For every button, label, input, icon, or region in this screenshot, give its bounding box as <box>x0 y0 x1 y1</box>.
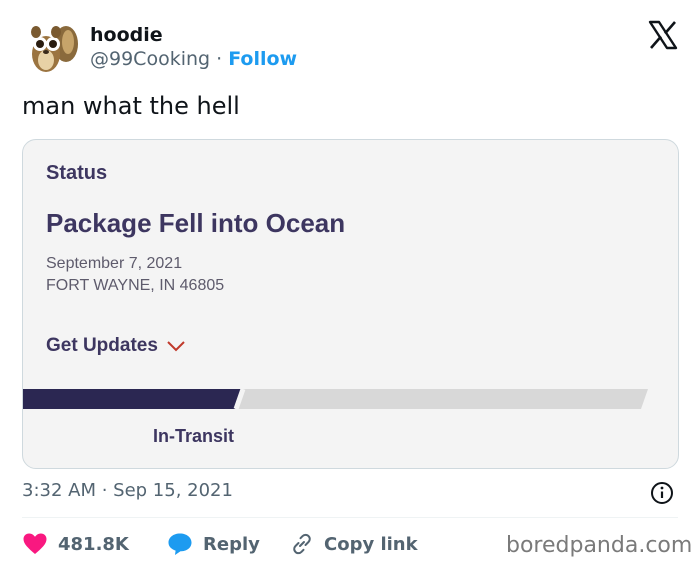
get-updates-button: Get Updates <box>46 335 186 357</box>
get-updates-label: Get Updates <box>46 335 158 356</box>
watermark-text: boredpanda.com <box>506 533 693 558</box>
tweet-image[interactable]: Status Package Fell into Ocean September… <box>22 139 679 469</box>
heart-icon <box>23 533 47 554</box>
tracking-headline: Package Fell into Ocean <box>46 208 346 238</box>
avatar[interactable] <box>22 18 82 78</box>
reply-button[interactable]: Reply <box>167 528 260 560</box>
copy-link-label: Copy link <box>324 533 418 555</box>
divider <box>22 517 678 518</box>
tweet-header: hoodie @99Cooking · Follow <box>22 14 682 84</box>
reply-bubble-icon <box>168 533 192 555</box>
tracking-date: September 7, 2021 <box>46 255 183 272</box>
author-handle[interactable]: @99Cooking <box>90 48 210 70</box>
separator-dot: · <box>216 48 223 70</box>
status-label: Status <box>46 162 108 184</box>
link-icon <box>293 533 311 555</box>
tracking-location: FORT WAYNE, IN 46805 <box>46 277 225 294</box>
follow-button[interactable]: Follow <box>228 48 297 70</box>
tweet-text: man what the hell <box>22 92 240 120</box>
x-logo-icon[interactable] <box>648 20 678 50</box>
author-handle-row: @99Cooking · Follow <box>90 48 297 70</box>
reply-label: Reply <box>203 533 260 555</box>
progress-stage-label: In-Transit <box>153 426 235 446</box>
like-count: 481.8K <box>58 533 129 555</box>
copy-link-button[interactable]: Copy link <box>290 528 418 560</box>
progress-bar <box>23 389 648 409</box>
tweet-timestamp[interactable]: 3:32 AM · Sep 15, 2021 <box>22 480 233 501</box>
author-name[interactable]: hoodie <box>90 24 163 46</box>
chevron-down-icon <box>167 341 185 352</box>
info-icon[interactable] <box>650 481 674 505</box>
tweet-actions: 481.8K Reply Copy link <box>22 528 442 560</box>
like-button[interactable]: 481.8K <box>22 528 129 560</box>
progress-fill <box>23 389 242 409</box>
